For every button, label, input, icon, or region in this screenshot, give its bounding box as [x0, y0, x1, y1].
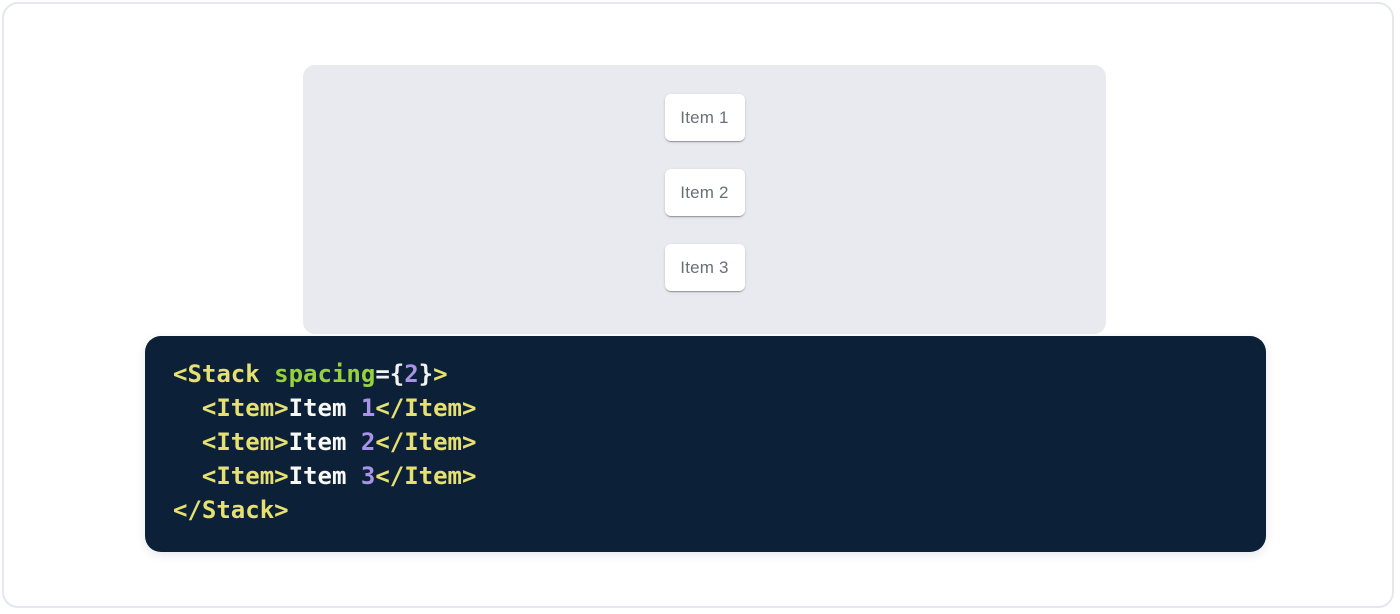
code-token-plain — [173, 428, 202, 456]
code-token-punct: } — [419, 360, 433, 388]
code-line: </Stack> — [173, 493, 1238, 527]
code-token-plain: Item — [289, 462, 361, 490]
code-token-tag: > — [433, 360, 447, 388]
stack-item-card: Item 1 — [665, 94, 745, 141]
code-token-punct: ={ — [375, 360, 404, 388]
code-token-num: 3 — [361, 462, 375, 490]
code-token-attr: spacing — [274, 360, 375, 388]
stack-item-label: Item 1 — [680, 108, 728, 128]
code-token-tag: </Stack> — [173, 496, 289, 524]
code-token-plain: Item — [289, 394, 361, 422]
code-token-tag: </Item> — [375, 394, 476, 422]
code-block: <Stack spacing={2}> <Item>Item 1</Item> … — [145, 336, 1266, 552]
code-token-num: 1 — [361, 394, 375, 422]
code-token-tag: <Item> — [202, 394, 289, 422]
code-token-tag: <Item> — [202, 428, 289, 456]
code-token-plain — [260, 360, 274, 388]
code-content: <Stack spacing={2}> <Item>Item 1</Item> … — [173, 357, 1238, 527]
stack-item-card: Item 3 — [665, 244, 745, 291]
code-line: <Item>Item 1</Item> — [173, 391, 1238, 425]
code-line: <Item>Item 2</Item> — [173, 425, 1238, 459]
code-token-num: 2 — [404, 360, 418, 388]
stack-demo-panel: Item 1 Item 2 Item 3 — [303, 65, 1106, 334]
code-token-plain — [173, 462, 202, 490]
code-token-plain: Item — [289, 428, 361, 456]
stack-item-card: Item 2 — [665, 169, 745, 216]
stack-item-label: Item 2 — [680, 183, 728, 203]
code-token-tag: <Stack — [173, 360, 260, 388]
code-token-tag: </Item> — [375, 462, 476, 490]
app-card: Item 1 Item 2 Item 3 <Stack spacing={2}>… — [2, 2, 1394, 608]
stack-item-label: Item 3 — [680, 258, 728, 278]
code-token-plain — [173, 394, 202, 422]
code-token-tag: <Item> — [202, 462, 289, 490]
code-token-tag: </Item> — [375, 428, 476, 456]
code-line: <Item>Item 3</Item> — [173, 459, 1238, 493]
code-token-num: 2 — [361, 428, 375, 456]
code-line: <Stack spacing={2}> — [173, 357, 1238, 391]
